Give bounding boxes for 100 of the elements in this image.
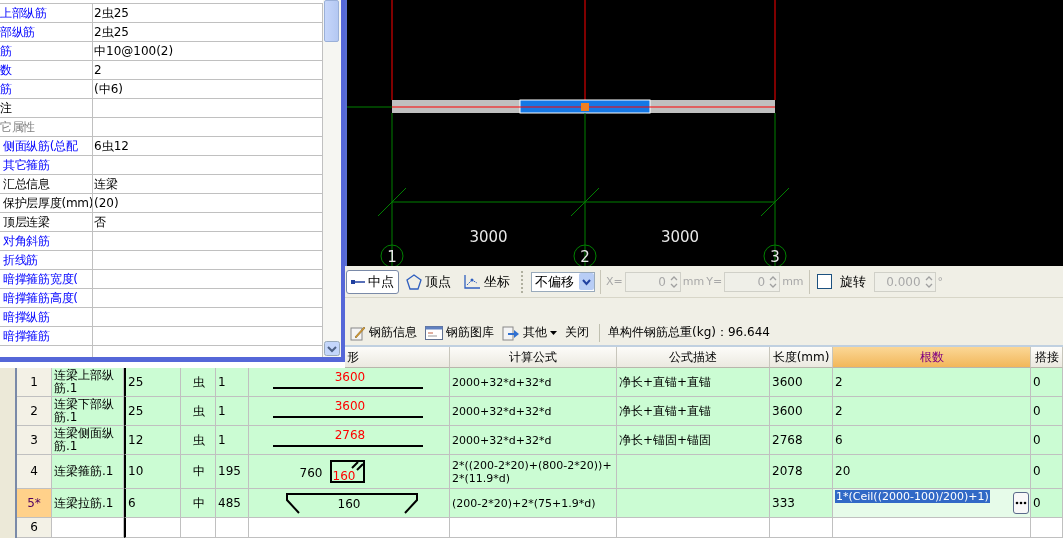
row-number[interactable]: 6: [17, 518, 52, 538]
scroll-down-icon[interactable]: [324, 341, 340, 356]
table-cell: 2*((200-2*20)+(800-2*20))+2*(11.9*d): [450, 455, 617, 489]
snap-button[interactable]: 坐标: [458, 269, 515, 294]
field-label: Y=: [706, 275, 723, 288]
row-number[interactable]: 2: [17, 397, 52, 426]
column-header[interactable]: 根数: [833, 347, 1031, 368]
scrollbar-thumb[interactable]: [324, 0, 339, 42]
table-cell: 1: [216, 397, 249, 426]
property-value[interactable]: [93, 232, 323, 251]
table-cell: [216, 518, 249, 538]
table-cell: 1: [216, 368, 249, 397]
table-cell: [1031, 518, 1063, 538]
table-cell: 0: [1031, 426, 1063, 455]
row-number[interactable]: 3: [17, 426, 52, 455]
table-cell: 2000+32*d+32*d: [450, 368, 617, 397]
table-cell: 2: [833, 368, 1031, 397]
property-value[interactable]: [93, 118, 323, 137]
table-cell: 25: [124, 397, 181, 426]
table-cell: 虫: [181, 368, 216, 397]
property-name: 折线筋: [0, 251, 93, 270]
axis-bubble: [763, 244, 787, 266]
grid-line: [346, 106, 393, 108]
property-value[interactable]: 2虫25: [93, 23, 323, 42]
snap-button[interactable]: 顶点: [401, 269, 456, 294]
dimension-label: 160: [332, 469, 356, 483]
table-cell: 3600: [770, 368, 833, 397]
table-cell: 0: [1031, 455, 1063, 489]
property-value[interactable]: 2: [93, 61, 323, 80]
property-name: 汇总信息: [0, 175, 93, 194]
table-cell: 净长+直锚+直锚: [617, 397, 770, 426]
table-cell: 连梁下部纵筋.1: [52, 397, 124, 426]
property-value[interactable]: 否: [93, 213, 323, 232]
toolbar-button[interactable]: 关闭: [563, 324, 591, 341]
table-cell: 虫: [181, 397, 216, 426]
dimension-label: 760: [299, 466, 323, 480]
table-cell: 485: [216, 489, 249, 518]
property-value[interactable]: [93, 99, 323, 118]
dimension-label: 3600: [334, 399, 366, 413]
property-value[interactable]: (中6): [93, 80, 323, 99]
row-number[interactable]: 1: [17, 368, 52, 397]
unit-label: mm: [782, 275, 804, 288]
snap-button[interactable]: 中点: [346, 269, 399, 294]
more-button[interactable]: [1013, 492, 1029, 514]
column-header[interactable]: 公式描述: [617, 347, 770, 368]
dimension-label: 160: [337, 497, 361, 511]
property-name: 部纵筋: [0, 23, 93, 42]
count-input-field[interactable]: 1*(Ceil((2000-100)/200)+1): [833, 489, 1031, 518]
table-cell: 10: [124, 455, 181, 489]
axis-label: 1: [387, 248, 397, 266]
axis-label: 2: [580, 248, 590, 266]
column-header[interactable]: 长度(mm): [770, 347, 833, 368]
table-cell: 净长+锚固+锚固: [617, 426, 770, 455]
column-header[interactable]: 搭接: [1031, 347, 1063, 368]
table-cell: 20: [833, 455, 1031, 489]
property-value[interactable]: 2虫25: [93, 4, 323, 23]
table-cell: 2768: [770, 426, 833, 455]
export-icon: [502, 324, 520, 341]
table-cell: 333: [770, 489, 833, 518]
beam-drawing[interactable]: [391, 99, 776, 114]
field-label: X=: [606, 275, 623, 288]
property-name: 暗撑箍筋宽度(: [0, 270, 93, 289]
row-number[interactable]: 5*: [17, 489, 52, 518]
property-value[interactable]: [93, 270, 323, 289]
property-name: 对角斜筋: [0, 232, 93, 251]
property-value[interactable]: [93, 289, 323, 308]
unit-label: °: [937, 275, 944, 288]
table-cell: 中: [181, 489, 216, 518]
dimension-label: 2768: [334, 428, 366, 442]
column-header[interactable]: 计算公式: [450, 347, 617, 368]
scrollbar[interactable]: [323, 0, 341, 357]
property-value[interactable]: [93, 327, 323, 346]
property-value[interactable]: [93, 156, 323, 175]
axis-label: 3: [770, 248, 780, 266]
table-cell: 连梁上部纵筋.1: [52, 368, 124, 397]
coordinate-icon: [463, 273, 481, 290]
row-number[interactable]: 4: [17, 455, 52, 489]
property-value[interactable]: [93, 251, 323, 270]
table-cell: 0: [1031, 368, 1063, 397]
toolbar-button[interactable]: 钢筋信息: [348, 324, 419, 341]
property-value[interactable]: 中10@100(2): [93, 42, 323, 61]
offset-dropdown[interactable]: 不偏移: [531, 271, 595, 292]
caret-icon: [550, 330, 557, 335]
property-value[interactable]: [93, 308, 323, 327]
property-value[interactable]: (20): [93, 194, 323, 213]
table-cell: 2000+32*d+32*d: [450, 397, 617, 426]
rotate-checkbox[interactable]: [816, 274, 832, 289]
table-cell: 12: [124, 426, 181, 455]
table-cell: (200-2*20)+2*(75+1.9*d): [450, 489, 617, 518]
property-name: 筋: [0, 80, 93, 99]
column-header[interactable]: 形: [345, 347, 450, 368]
toolbar-button[interactable]: 其他: [500, 324, 559, 341]
dimension-label: 3000: [469, 228, 508, 246]
property-name: 筋: [0, 42, 93, 61]
ellipsis-icon: [1015, 501, 1027, 505]
drawing-canvas[interactable]: 3000 3000 1 2 3: [345, 0, 1063, 266]
property-value[interactable]: 6虫12: [93, 137, 323, 156]
property-value[interactable]: 连梁: [93, 175, 323, 194]
property-name: 它属性: [0, 118, 93, 137]
toolbar-button[interactable]: 钢筋图库: [423, 324, 496, 341]
